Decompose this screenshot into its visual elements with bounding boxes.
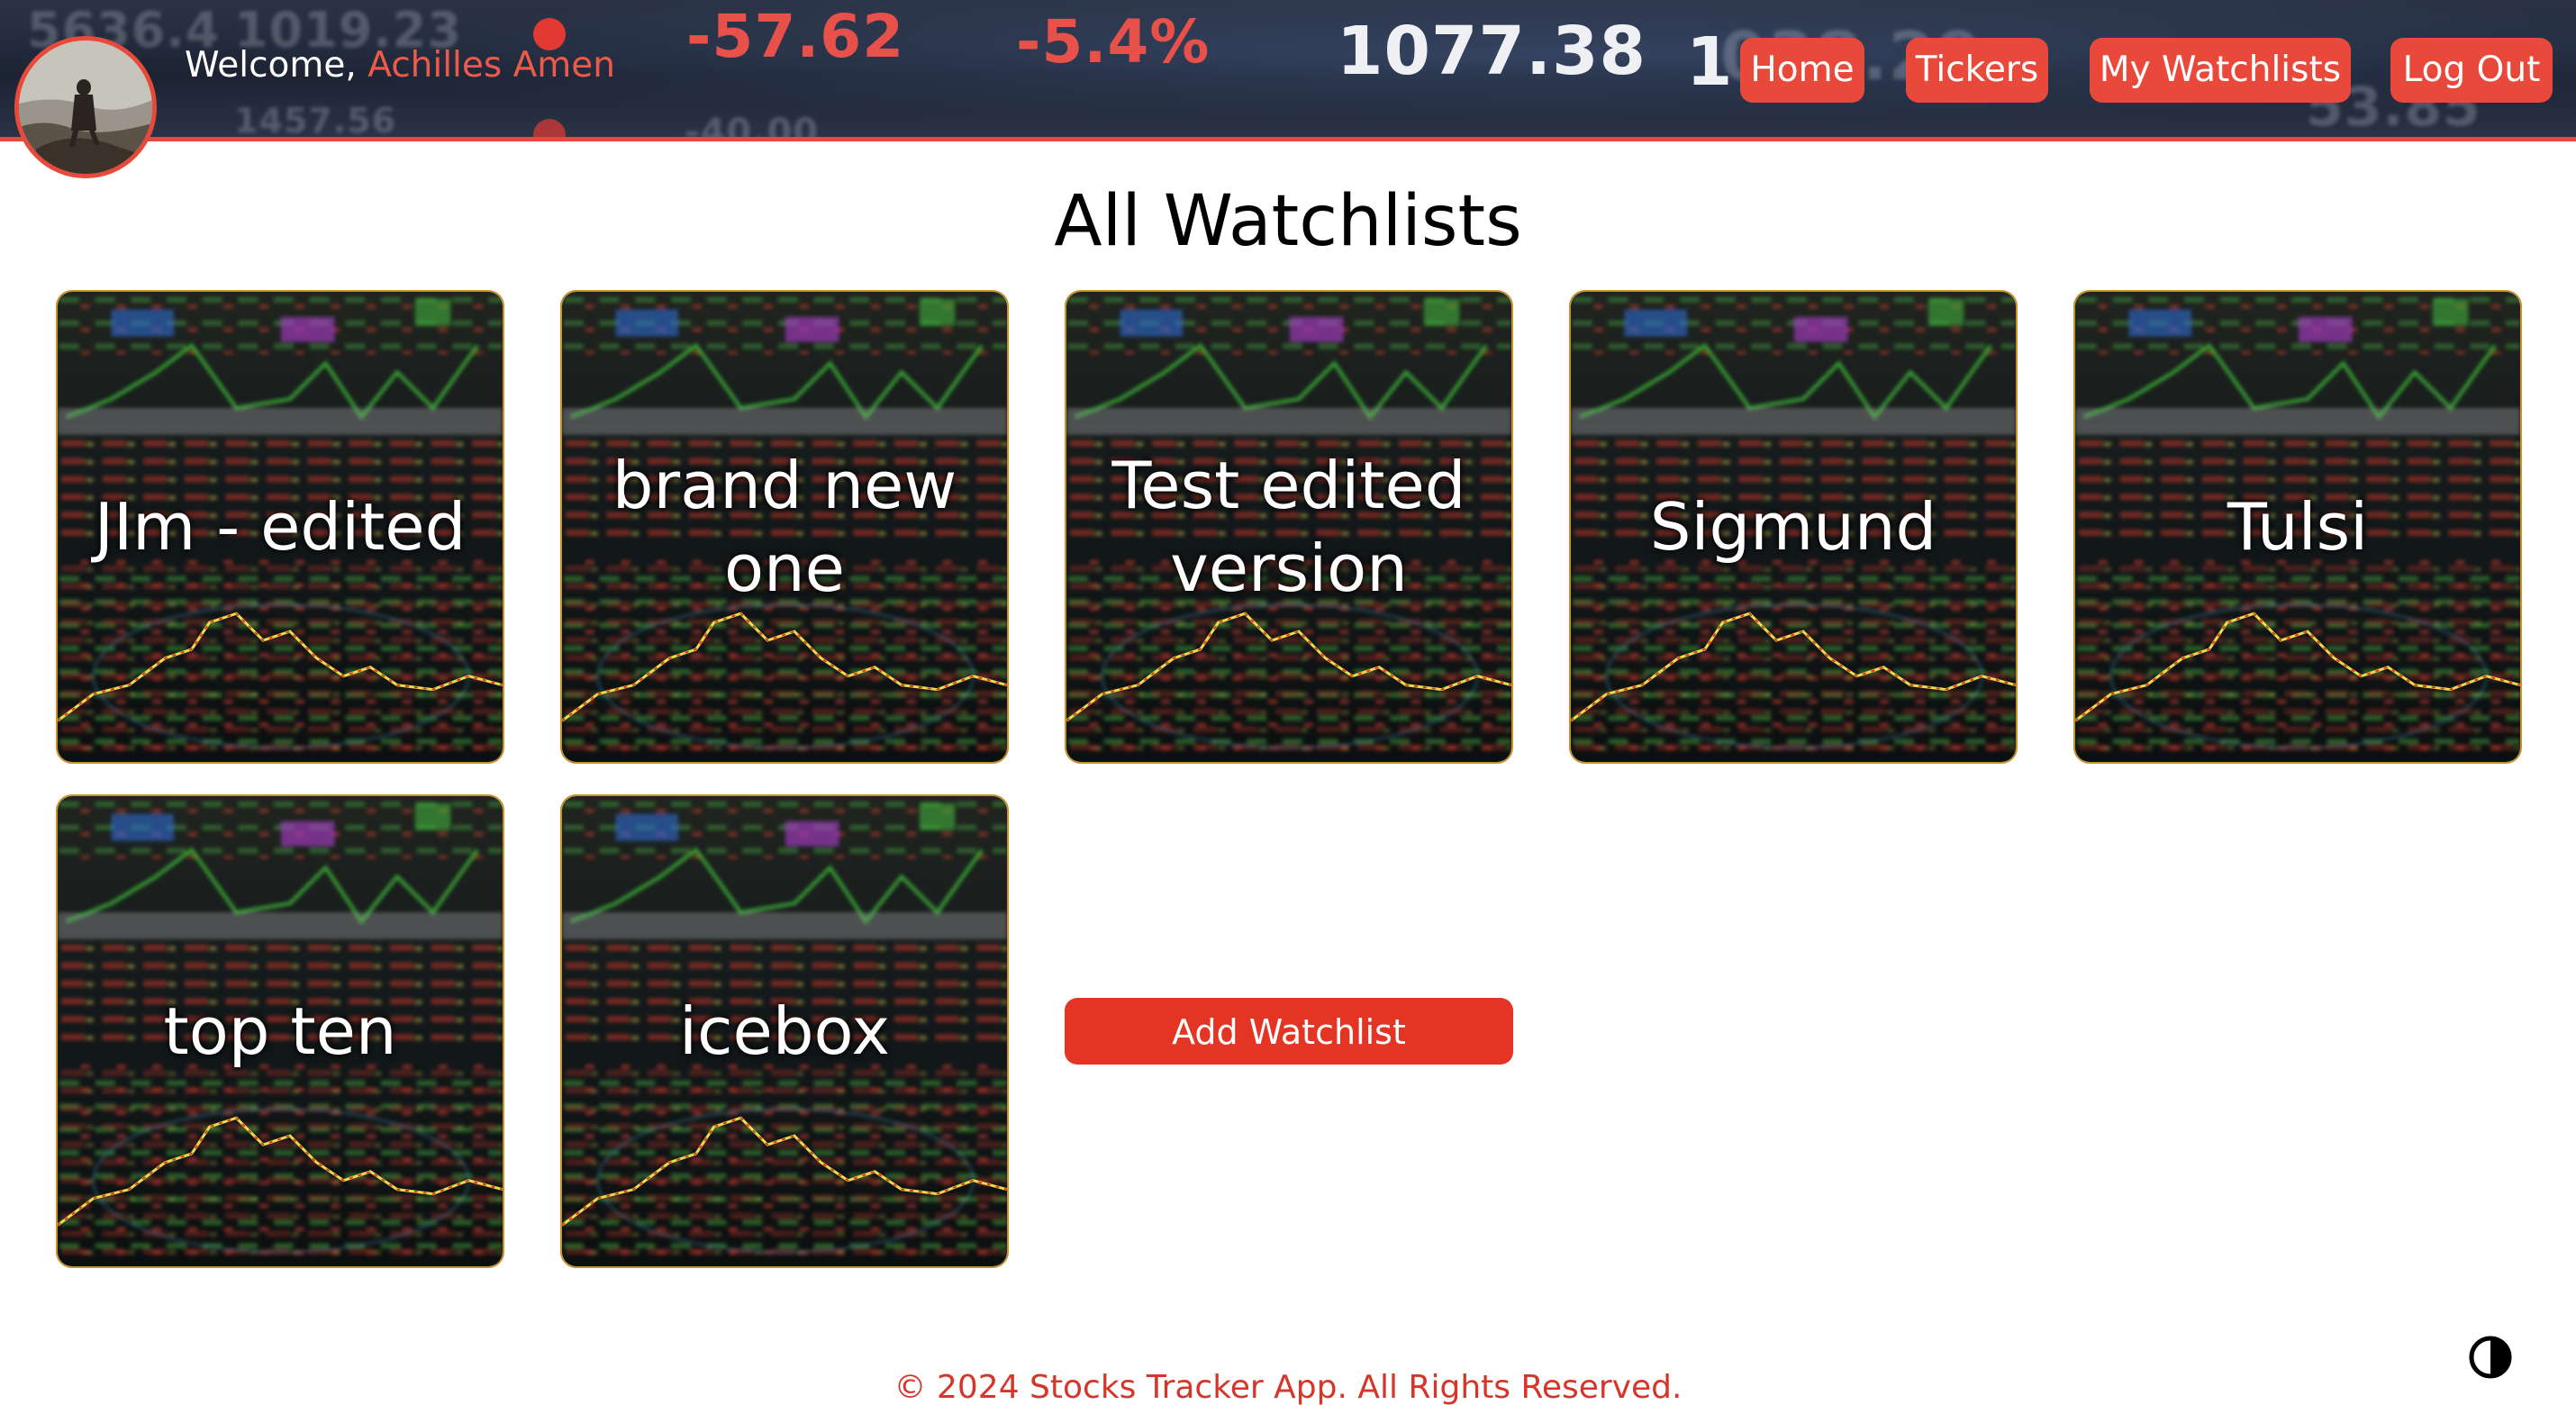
welcome-message: Welcome, Achilles Amen bbox=[185, 45, 615, 86]
watchlist-card-title: icebox bbox=[678, 993, 891, 1069]
watchlist-card[interactable]: Test edited version bbox=[1065, 290, 1513, 764]
watchlist-card-title: JIm - edited bbox=[94, 489, 467, 565]
avatar[interactable] bbox=[14, 36, 157, 178]
ticker-value: -5.4% bbox=[1016, 7, 1211, 77]
nav-tickers-button[interactable]: Tickers bbox=[1906, 38, 2048, 103]
nav-home-button[interactable]: Home bbox=[1740, 38, 1864, 103]
watchlist-card-title: Sigmund bbox=[1649, 489, 1937, 565]
user-name: Achilles Amen bbox=[367, 45, 615, 86]
add-watchlist-button[interactable]: Add Watchlist bbox=[1065, 998, 1513, 1065]
watchlist-card[interactable]: brand new one bbox=[560, 290, 1009, 764]
watchlist-card-title: top ten bbox=[163, 993, 397, 1069]
avatar-image bbox=[19, 41, 152, 174]
watchlist-card[interactable]: Tulsi bbox=[2073, 290, 2522, 764]
watchlist-card-title: Tulsi bbox=[2227, 489, 2369, 565]
nav-my-watchlists-button[interactable]: My Watchlists bbox=[2090, 38, 2351, 103]
watchlist-card[interactable]: Sigmund bbox=[1569, 290, 2018, 764]
watchlist-card-title: Test edited version bbox=[1111, 448, 1466, 606]
site-header: 5636.4 1019.23 1457.56 -57.62 -5.4% 1077… bbox=[0, 0, 2576, 141]
ticker-dot bbox=[533, 119, 566, 137]
watchlist-card-title: brand new one bbox=[612, 448, 957, 606]
ticker-value: -57.62 bbox=[686, 2, 905, 71]
nav-log-out-button[interactable]: Log Out bbox=[2390, 38, 2553, 103]
welcome-prefix: Welcome, bbox=[185, 45, 357, 86]
watchlist-card[interactable]: top ten bbox=[56, 794, 504, 1268]
footer-copyright: © 2024 Stocks Tracker App. All Rights Re… bbox=[893, 1369, 1683, 1406]
watchlist-card[interactable]: icebox bbox=[560, 794, 1009, 1268]
watchlist-card[interactable]: JIm - edited bbox=[56, 290, 504, 764]
ticker-value: 1077.38 bbox=[1337, 13, 1647, 90]
page-title: All Watchlists bbox=[1054, 181, 1522, 262]
